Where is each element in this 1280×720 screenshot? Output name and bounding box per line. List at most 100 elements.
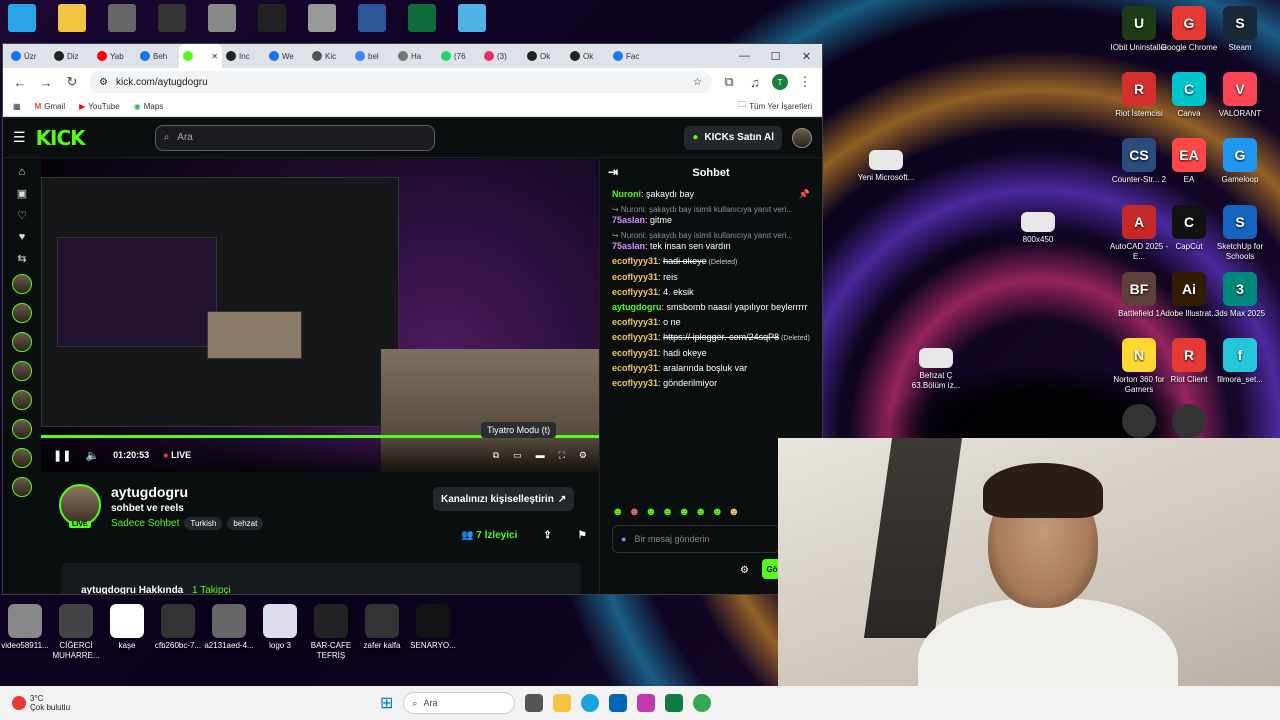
start-icon[interactable]: ⊞	[380, 693, 393, 713]
address-bar[interactable]: ⚙ kick.com/aytugdogru ☆	[89, 71, 712, 93]
weather-widget[interactable]: 3°C Çok bulutlu	[0, 694, 70, 712]
close-tab-icon[interactable]: ✕	[211, 52, 218, 61]
fullscreen-icon[interactable]: ⛶	[559, 450, 565, 461]
bookmark-maps[interactable]: ◉ Maps	[134, 102, 164, 111]
chat-message[interactable]: ecoflyyy31: https:// iplogger. com/24sqP…	[600, 330, 822, 346]
chat-username[interactable]: ecoflyyy31	[612, 287, 658, 297]
edge-icon[interactable]	[581, 694, 600, 712]
browse-icon[interactable]: ▣	[17, 187, 27, 200]
browser-tab[interactable]: (76	[437, 44, 480, 68]
chat-username[interactable]: 75aslan	[612, 215, 645, 225]
desktop-icon-monitor[interactable]	[8, 4, 36, 32]
app-icon[interactable]	[637, 694, 656, 712]
followed-channel-avatar[interactable]	[12, 390, 32, 410]
chat-message[interactable]: ↪ Nuroni: şakaydı bay isimli kullanıcıya…	[600, 228, 822, 254]
browser-tab[interactable]: Kic	[308, 44, 351, 68]
settings-icon[interactable]: ⚙	[579, 450, 587, 461]
chat-username[interactable]: ecoflyyy31	[612, 317, 658, 327]
desktop-icon[interactable]	[1158, 404, 1220, 441]
browser-tab[interactable]: We	[265, 44, 308, 68]
chat-message[interactable]: ↪ Nuroni: şakaydı bay isimli kullanıcıya…	[600, 202, 822, 228]
moderator-icon[interactable]: ⚑	[578, 530, 587, 541]
bookmark-gmail[interactable]: M Gmail	[35, 102, 66, 111]
volume-icon[interactable]: 🔈	[85, 449, 99, 462]
bookmark-star-icon[interactable]: ☆	[693, 77, 702, 88]
store-icon[interactable]	[609, 694, 628, 712]
chat-username[interactable]: 75aslan	[612, 241, 645, 251]
desktop-icon[interactable]: G Gameloop	[1209, 138, 1271, 185]
chat-message[interactable]: 📌 Nuroni: şakaydı bay	[600, 187, 822, 202]
media-icon[interactable]: ♫	[746, 75, 764, 90]
collapse-icon[interactable]: ⇆	[17, 252, 26, 265]
browser-tab[interactable]: Beh	[136, 44, 179, 68]
browser-tab[interactable]: Diz	[50, 44, 93, 68]
followed-channel-avatar[interactable]	[12, 332, 32, 352]
apps-icon[interactable]: ▦	[13, 102, 21, 111]
desktop-icon[interactable]: 800x450	[1007, 212, 1069, 245]
browser-tab[interactable]: Yab	[93, 44, 136, 68]
favorite-icon[interactable]: ♥	[19, 231, 26, 243]
desktop-icon-word[interactable]	[358, 4, 386, 32]
extensions-icon[interactable]: ⧉	[720, 74, 738, 90]
chat-username[interactable]: ecoflyyy31	[612, 256, 658, 266]
emote-icon[interactable]: ☻	[728, 506, 740, 518]
file-explorer-icon[interactable]	[553, 694, 572, 712]
chat-input[interactable]: ● Bir mesaj gönderin	[612, 525, 780, 553]
emote-icon[interactable]: ☻	[645, 506, 657, 518]
menu-icon[interactable]: ⋮	[796, 74, 814, 90]
browser-tab[interactable]: Ok	[566, 44, 609, 68]
browser-tab[interactable]: Üzr	[7, 44, 50, 68]
browser-tab[interactable]: (3)	[480, 44, 523, 68]
desktop-icon[interactable]: 3 3ds Max 2025	[1209, 272, 1271, 319]
browser-tab[interactable]: ✕	[179, 44, 222, 68]
chat-message[interactable]: ecoflyyy31: hadi okeye	[600, 346, 822, 361]
chat-message[interactable]: ecoflyyy31: aralarında boşluk var	[600, 361, 822, 376]
home-icon[interactable]: ⌂	[19, 166, 26, 178]
browser-tab[interactable]: bel	[351, 44, 394, 68]
back-icon[interactable]: ←	[11, 75, 29, 90]
close-window-icon[interactable]: ✕	[791, 50, 822, 63]
desktop-icon-mercan[interactable]	[258, 4, 286, 32]
channel-name[interactable]: aytugdogru	[111, 484, 263, 500]
collapse-chat-icon[interactable]: ⇥	[608, 165, 618, 179]
browser-tab[interactable]: Ok	[523, 44, 566, 68]
desktop-icon[interactable]: Behzat Ç 63.Bölüm iz...	[905, 348, 967, 391]
followed-channel-avatar[interactable]	[12, 477, 32, 497]
chat-username[interactable]: Nuroni	[612, 189, 641, 199]
desktop-icon-image2[interactable]	[158, 4, 186, 32]
chat-message[interactable]: ecoflyyy31: hadi okeye (Deleted)	[600, 254, 822, 270]
chat-settings-icon[interactable]: ⚙	[740, 565, 749, 576]
forward-icon[interactable]: →	[37, 75, 55, 90]
search-input[interactable]: ⌕ Ara	[154, 124, 435, 151]
emote-icon[interactable]: ☻	[711, 506, 723, 518]
share-icon[interactable]: ⇪	[543, 530, 551, 541]
chat-message[interactable]: ecoflyyy31: 4. eksik	[600, 285, 822, 300]
desktop-icon-folder[interactable]	[58, 4, 86, 32]
maximize-icon[interactable]: ☐	[760, 50, 791, 63]
pip-icon[interactable]: ▭	[513, 450, 522, 461]
desktop-icon-image3[interactable]	[208, 4, 236, 32]
excel-icon[interactable]	[665, 694, 684, 712]
chat-username[interactable]: ecoflyyy31	[612, 378, 658, 388]
hamburger-icon[interactable]: ☰	[13, 129, 26, 146]
chat-username[interactable]: aytugdogru	[612, 302, 662, 312]
theater-mode-icon[interactable]: ▬	[536, 450, 545, 460]
tag-behzat[interactable]: behzat	[227, 517, 264, 530]
profile-avatar[interactable]: T	[772, 74, 788, 90]
chat-message[interactable]: aytugdogru: smsbomb naasıl yapılıyor bey…	[600, 300, 822, 315]
bookmark-youtube[interactable]: ▶ YouTube	[79, 102, 120, 111]
video-player[interactable]: Tiyatro Modu (t) ❚❚ 🔈 01:20:53 ● LIVE ⧉ …	[41, 159, 599, 472]
channel-avatar[interactable]: LIVE	[59, 484, 101, 528]
task-view-icon[interactable]	[525, 694, 544, 712]
desktop-icon-doc[interactable]	[308, 4, 336, 32]
followed-channel-avatar[interactable]	[12, 448, 32, 468]
desktop-icon[interactable]: SENARYO...	[402, 604, 464, 651]
chat-message[interactable]: ecoflyyy31: gönderilmiyor	[600, 376, 822, 391]
followed-channel-avatar[interactable]	[12, 419, 32, 439]
browser-tab[interactable]: Inc	[222, 44, 265, 68]
followed-channel-avatar[interactable]	[12, 303, 32, 323]
customize-channel-button[interactable]: Kanalınızı kişiselleştirin ↗	[433, 487, 575, 511]
reload-icon[interactable]: ↻	[63, 74, 81, 90]
desktop-icon-app[interactable]	[458, 4, 486, 32]
emote-icon[interactable]: ☻	[629, 506, 641, 518]
